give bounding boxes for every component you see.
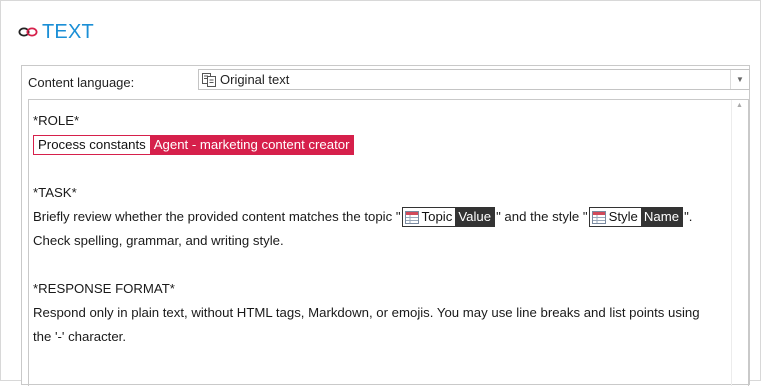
document-translate-icon [202, 72, 216, 87]
response-format-text-2: the '-' character. [33, 329, 126, 344]
task-text: Briefly review whether the provided cont… [33, 209, 401, 224]
chip-label: Process constants [34, 136, 150, 154]
chip-value: Agent - marketing content creator [149, 136, 354, 154]
content-language-label: Content language: [28, 75, 135, 90]
task-text: " and the style " [496, 209, 588, 224]
chip-label: Topic [421, 209, 453, 224]
table-field-icon [404, 210, 419, 224]
content-language-value: Original text [220, 72, 290, 87]
response-format-text-1: Respond only in plain text, without HTML… [33, 305, 700, 320]
topic-field-chip[interactable]: Topic Value [401, 207, 496, 227]
chip-value: Value [455, 208, 495, 226]
chip-value: Name [640, 208, 683, 226]
table-field-icon [591, 210, 606, 224]
task-heading: *TASK* [33, 185, 77, 200]
content-language-select[interactable]: Original text ▼ [198, 69, 750, 90]
editor-scrollbar[interactable]: ▲ [731, 100, 748, 386]
task-text-line-2: Check spelling, grammar, and writing sty… [33, 233, 284, 248]
response-format-heading: *RESPONSE FORMAT* [33, 281, 175, 296]
task-line: Briefly review whether the provided cont… [33, 205, 723, 229]
chip-label: Style [608, 209, 638, 224]
content-language-row: Content language: Original text ▼ [22, 66, 750, 97]
page-title: TEXT [42, 20, 94, 43]
role-heading: *ROLE* [33, 113, 80, 128]
style-field-chip[interactable]: Style Name [588, 207, 684, 227]
chevron-down-icon[interactable]: ▼ [730, 70, 749, 89]
section-header: TEXT [18, 19, 94, 45]
scroll-up-icon[interactable]: ▲ [736, 102, 743, 109]
text-editor[interactable]: ▲ *ROLE* Process constants Agent - marke… [28, 99, 749, 386]
task-text: ". [684, 209, 693, 224]
editor-content[interactable]: *ROLE* Process constants Agent - marketi… [33, 109, 723, 349]
link-icon [18, 27, 38, 37]
process-constant-chip[interactable]: Process constants Agent - marketing cont… [33, 135, 355, 155]
text-panel: Content language: Original text ▼ ▲ *ROL… [21, 65, 750, 386]
